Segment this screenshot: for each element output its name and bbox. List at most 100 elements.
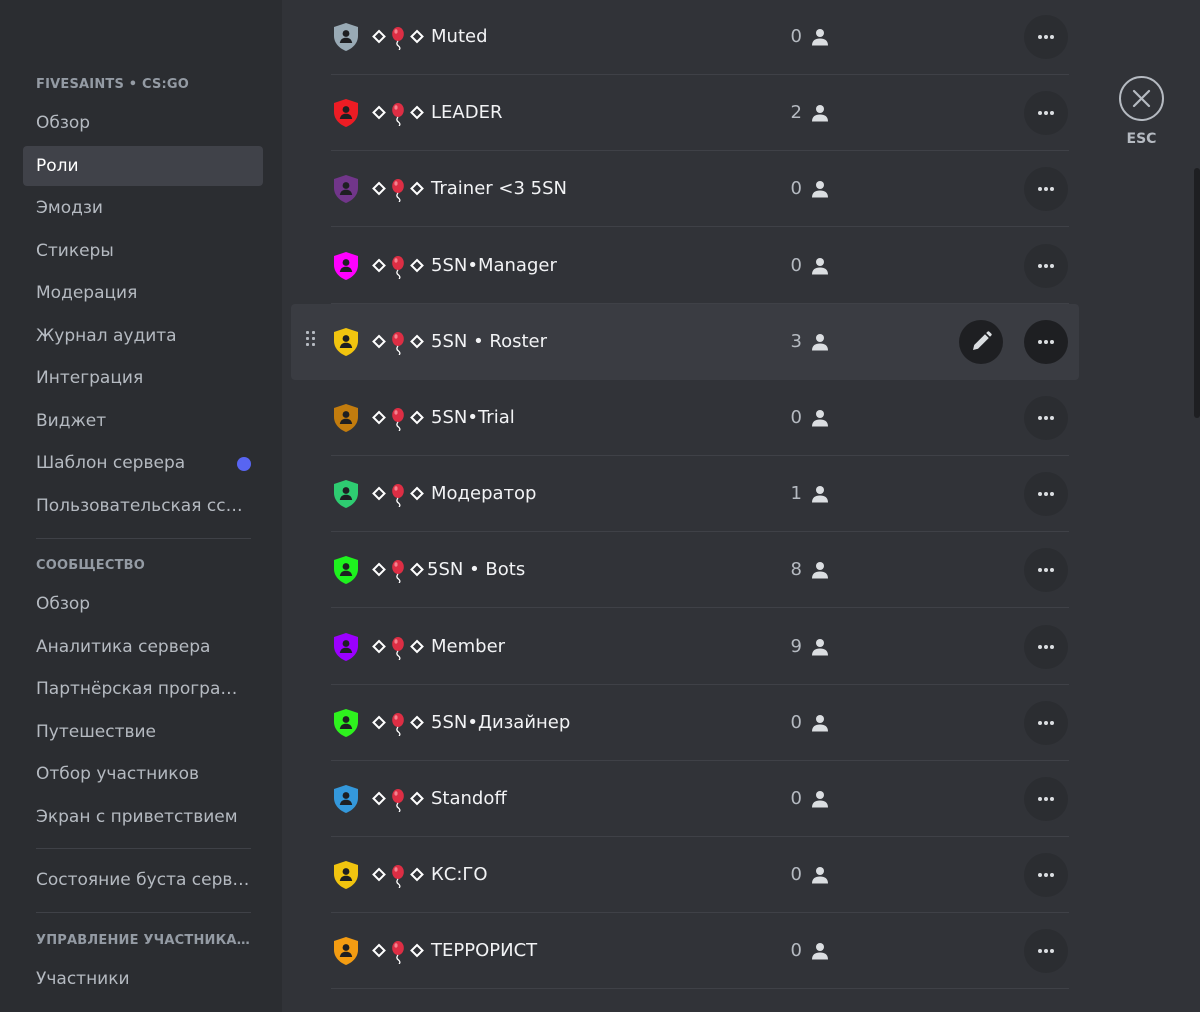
- role-row[interactable]: 5SN•Manager 0: [331, 228, 1069, 304]
- sidebar-item-виджет[interactable]: Виджет: [23, 401, 263, 441]
- sidebar-item-label: Роли: [36, 155, 79, 176]
- settings-sidebar: FIVESAINTS • CS:GO Обзор Роли Эмодзи Стикеры…: [0, 0, 282, 1012]
- role-row[interactable]: 5SN•Trial 0: [331, 380, 1069, 456]
- more-options-button[interactable]: [1024, 167, 1068, 212]
- nav-section-header: УПРАВЛЕНИЕ УЧАСТНИКАМИ: [36, 933, 250, 948]
- sidebar-item-label: Аналитика сервера: [36, 636, 211, 657]
- role-row[interactable]: Модератор 1: [331, 456, 1069, 533]
- sidebar-item-партнёрская-программа[interactable]: Партнёрская программа: [23, 669, 263, 709]
- role-row[interactable]: 5SN•Дизайнер 0: [331, 685, 1069, 761]
- sidebar-item-модерация[interactable]: Модерация: [23, 273, 263, 313]
- role-row[interactable]: Muted 0: [331, 0, 1069, 75]
- member-count: 0: [790, 711, 802, 733]
- edit-role-button[interactable]: [959, 319, 1003, 364]
- role-decoration-icon: [372, 712, 424, 736]
- shield-icon: [334, 480, 358, 509]
- role-name: Модератор: [431, 483, 537, 505]
- member-count: 0: [790, 178, 802, 200]
- sidebar-item-стикеры[interactable]: Стикеры: [23, 231, 263, 271]
- shield-icon: [334, 556, 358, 585]
- sidebar-item-отбор-участников[interactable]: Отбор участников: [23, 754, 263, 794]
- sidebar-separator: [36, 848, 251, 849]
- row-divider: [331, 988, 1069, 990]
- role-name: Standoff: [431, 788, 507, 809]
- member-count: 0: [790, 788, 802, 809]
- member-count: 0: [790, 254, 802, 276]
- role-name: Muted: [431, 26, 488, 47]
- role-name: ТЕРРОРИСТ: [431, 940, 538, 962]
- sidebar-item-обзор[interactable]: Обзор: [23, 584, 263, 624]
- sidebar-item-состояние-буста-сервера[interactable]: Состояние буста сервера: [23, 860, 263, 900]
- nav-section-header: FIVESAINTS • CS:GO: [36, 77, 190, 92]
- shield-icon: [334, 861, 358, 890]
- more-options-button[interactable]: [1024, 548, 1068, 593]
- role-decoration-icon: [372, 408, 424, 431]
- more-options-button[interactable]: [1024, 777, 1068, 821]
- sidebar-item-роли[interactable]: Роли: [23, 145, 263, 186]
- member-count: 9: [790, 635, 802, 657]
- member-count: 0: [790, 407, 802, 428]
- role-row[interactable]: КС:ГО 0: [331, 837, 1069, 914]
- person-icon: [812, 714, 828, 732]
- shield-icon: [334, 404, 358, 432]
- more-options-button[interactable]: [1024, 700, 1068, 745]
- sidebar-separator: [36, 538, 251, 539]
- more-options-button[interactable]: [1024, 319, 1068, 364]
- drag-handle-icon[interactable]: [306, 330, 316, 351]
- person-icon: [812, 29, 828, 46]
- more-options-button[interactable]: [1024, 624, 1068, 669]
- more-options-button[interactable]: [1024, 396, 1068, 440]
- more-options-button[interactable]: [1024, 243, 1068, 288]
- sidebar-item-эмодзи[interactable]: Эмодзи: [23, 188, 263, 228]
- role-row[interactable]: Standoff 0: [331, 761, 1069, 837]
- close-settings-button[interactable]: [1119, 76, 1164, 121]
- role-name: 5SN • Bots: [427, 559, 526, 581]
- sidebar-item-журнал-аудита[interactable]: Журнал аудита: [23, 316, 263, 356]
- sidebar-item-участники[interactable]: Участники: [23, 959, 263, 999]
- sidebar-item-пользовательская-ссылка-приглашения[interactable]: Пользовательская ссылка приглашения: [23, 486, 263, 526]
- more-options-button[interactable]: [1024, 853, 1068, 898]
- scrollbar[interactable]: [1194, 168, 1200, 418]
- role-decoration-icon: [372, 484, 424, 508]
- role-row[interactable]: Member 9: [331, 609, 1069, 685]
- shield-icon: [334, 937, 358, 966]
- role-name: Member: [431, 635, 506, 657]
- role-row[interactable]: ТЕРРОРИСТ 0: [331, 913, 1069, 990]
- sidebar-item-label: Эмодзи: [36, 198, 103, 218]
- person-icon: [812, 257, 828, 275]
- sidebar-item-label: Партнёрская программа: [36, 679, 257, 700]
- sidebar-item-интеграция[interactable]: Интеграция: [23, 358, 263, 398]
- sidebar-item-шаблон-сервера[interactable]: Шаблон сервера: [23, 443, 263, 483]
- sidebar-item-аналитика-сервера[interactable]: Аналитика сервера: [23, 627, 263, 667]
- member-count: 2: [790, 102, 802, 124]
- person-icon: [812, 486, 828, 503]
- more-options-button[interactable]: [1024, 91, 1068, 136]
- member-count: 0: [790, 864, 802, 886]
- sidebar-item-label: Пользовательская ссылка приглашения: [36, 495, 263, 516]
- sidebar-item-label: Обзор: [36, 594, 91, 614]
- sidebar-item-label: Шаблон сервера: [36, 453, 186, 473]
- sidebar-item-экран-с-приветствием[interactable]: Экран с приветствием: [23, 797, 263, 837]
- shield-icon: [334, 708, 358, 737]
- role-decoration-icon: [372, 179, 424, 203]
- more-options-button[interactable]: [1024, 472, 1068, 517]
- role-row[interactable]: Trainer <3 5SN 0: [331, 151, 1069, 228]
- close-icon: [1132, 89, 1151, 108]
- role-name: LEADER: [431, 102, 503, 124]
- sidebar-item-label: Журнал аудита: [36, 325, 177, 346]
- role-decoration-icon: [372, 941, 424, 965]
- sidebar-item-label: Стикеры: [36, 240, 114, 261]
- more-options-button[interactable]: [1024, 929, 1068, 974]
- roles-list: Muted 0 LEADER 2 Trainer <3 5SN 0 5SN•Manager 0…: [282, 0, 1200, 1012]
- role-row[interactable]: LEADER 2: [331, 75, 1069, 152]
- pencil-icon: [973, 330, 992, 350]
- role-row[interactable]: 5SN • Roster 3: [291, 303, 1079, 380]
- sidebar-item-label: Состояние буста сервера: [36, 870, 263, 890]
- role-row[interactable]: 5SN • Bots 8: [331, 532, 1069, 609]
- sidebar-item-обзор[interactable]: Обзор: [23, 103, 263, 143]
- role-decoration-icon: [372, 560, 424, 584]
- member-count: 3: [790, 330, 802, 352]
- sidebar-item-путешествие[interactable]: Путешествие: [23, 712, 263, 752]
- more-options-button[interactable]: [1024, 15, 1068, 59]
- notification-dot: [237, 457, 251, 471]
